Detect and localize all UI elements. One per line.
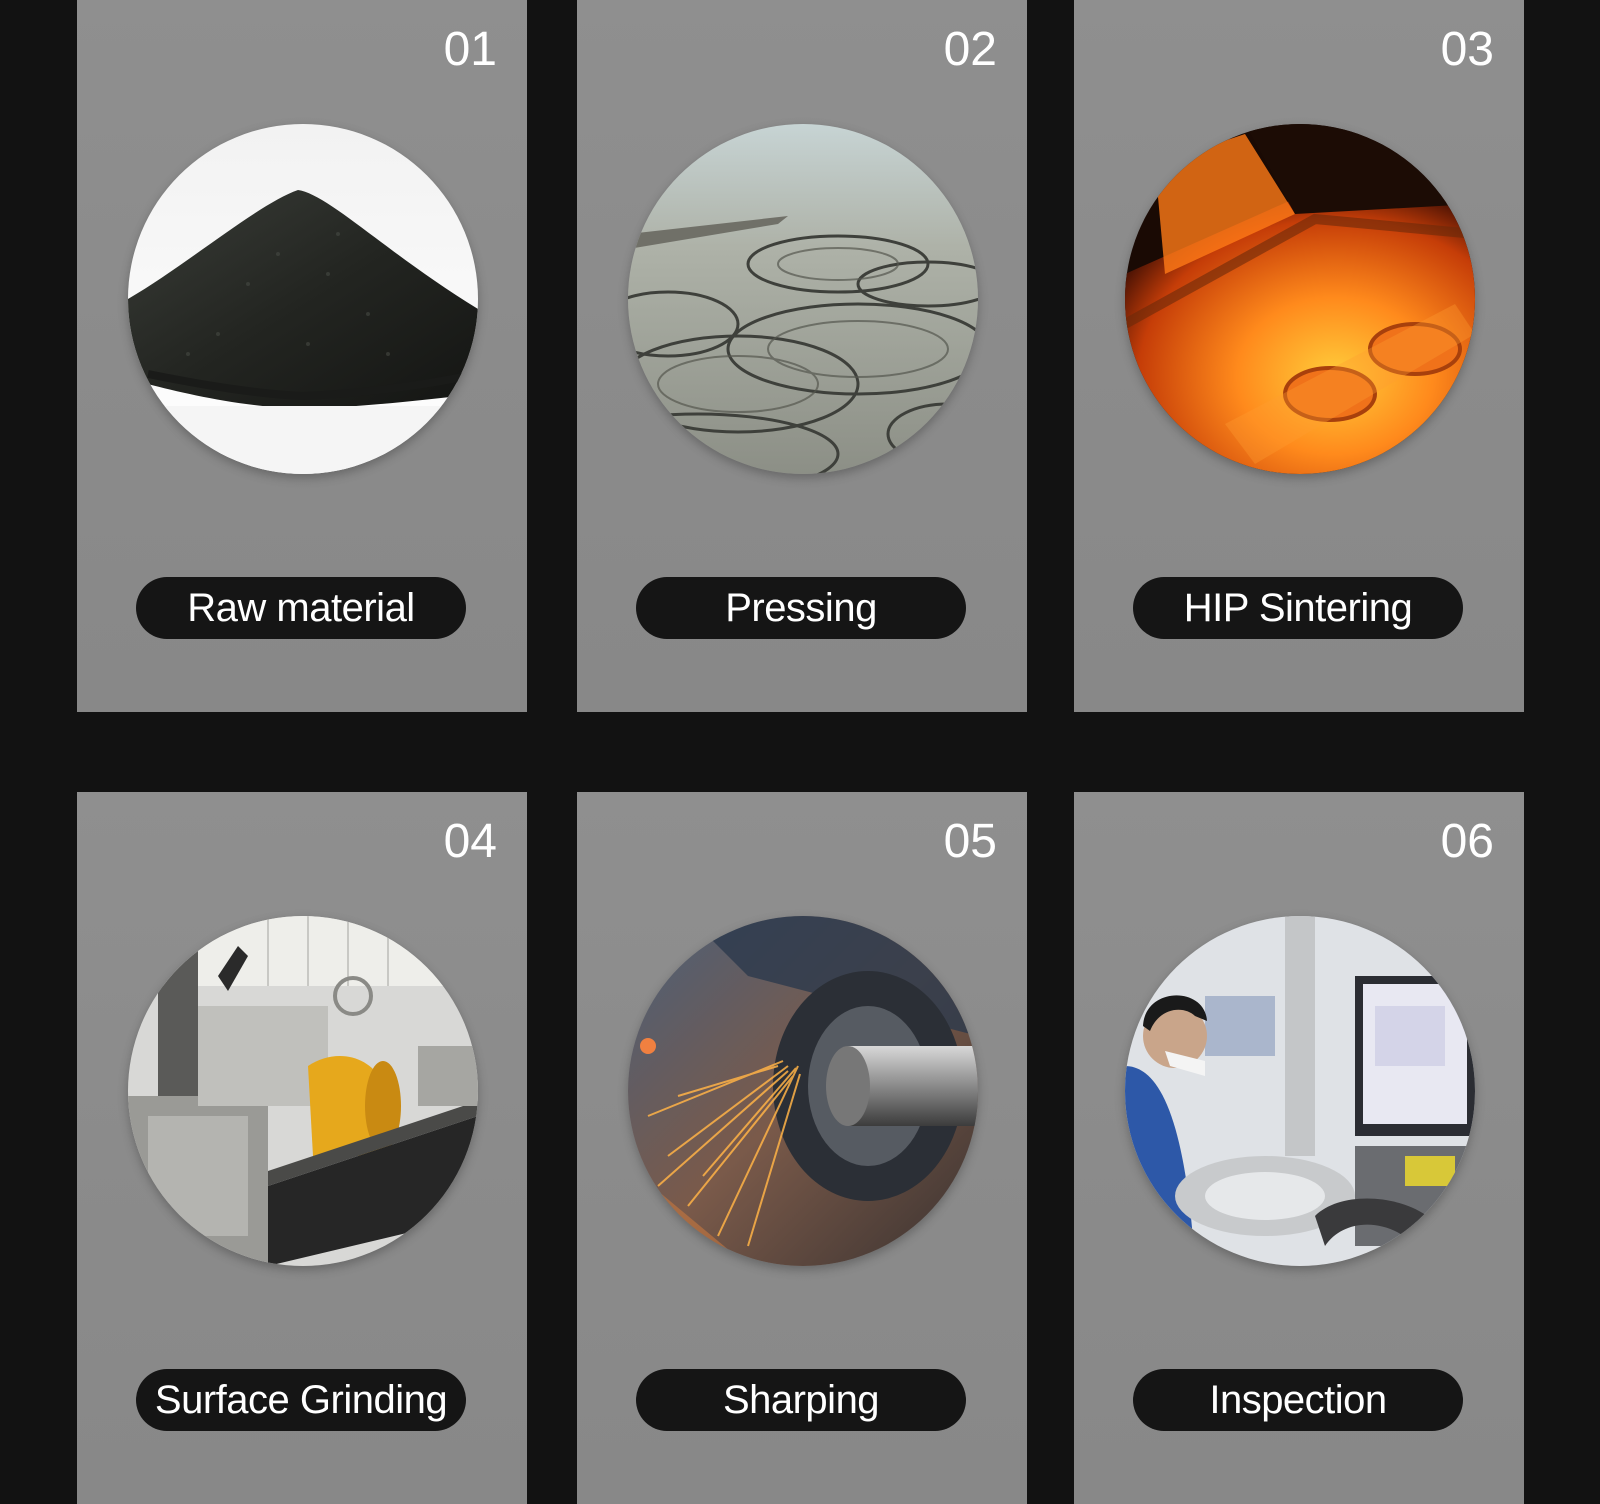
inspection-image (1125, 916, 1475, 1266)
step-number: 04 (443, 815, 497, 868)
raw-material-image (128, 124, 478, 474)
step-card-inspection: 06 Inspection (1074, 792, 1524, 1504)
step-label: Surface Grinding (136, 1369, 466, 1431)
step-number: 06 (1440, 815, 1494, 868)
step-number: 01 (443, 23, 497, 76)
step-card-pressing: 02 Pressing (577, 0, 1027, 712)
hip-sintering-image (1125, 124, 1475, 474)
step-card-raw-material: 01 Raw material (77, 0, 527, 712)
step-card-surface-grinding: 04 Surface Grinding (77, 792, 527, 1504)
sharping-image (628, 916, 978, 1266)
process-steps-grid: 01 Raw material 02 Pressing 03 HIP Sinte… (0, 0, 1600, 1504)
step-label: Sharping (636, 1369, 966, 1431)
step-label: HIP Sintering (1133, 577, 1463, 639)
step-label: Inspection (1133, 1369, 1463, 1431)
step-number: 05 (943, 815, 997, 868)
step-number: 02 (943, 23, 997, 76)
step-number: 03 (1440, 23, 1494, 76)
surface-grinding-image (128, 916, 478, 1266)
step-card-hip-sintering: 03 HIP Sintering (1074, 0, 1524, 712)
pressing-image (628, 124, 978, 474)
step-label: Raw material (136, 577, 466, 639)
step-label: Pressing (636, 577, 966, 639)
step-card-sharping: 05 Sharping (577, 792, 1027, 1504)
